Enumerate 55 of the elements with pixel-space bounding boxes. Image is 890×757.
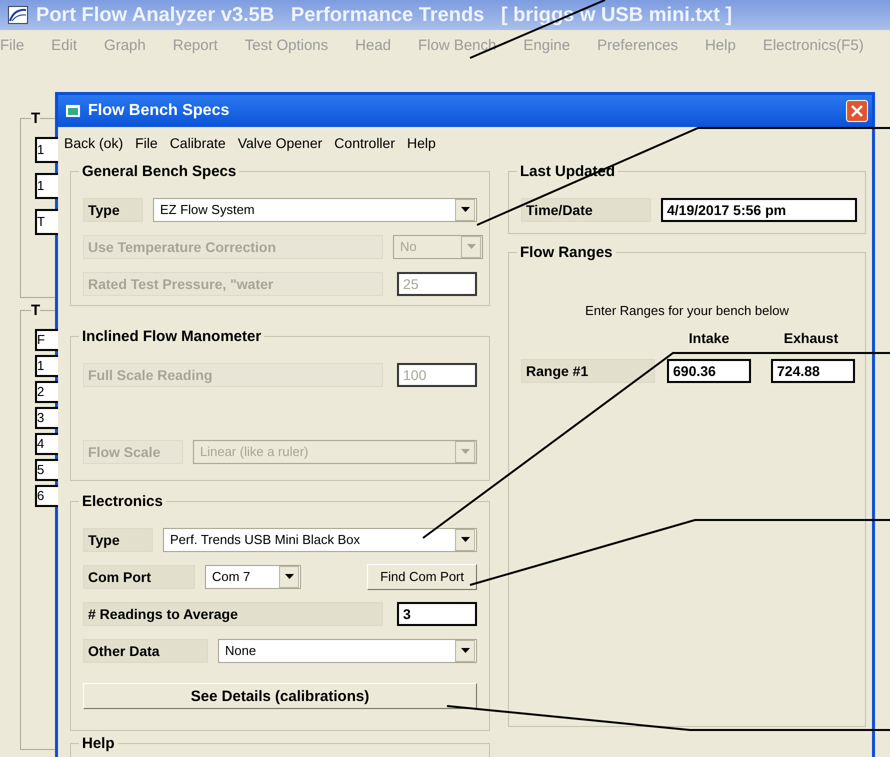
cell: T <box>35 209 58 235</box>
column-header: Intake <box>688 330 730 346</box>
column-header: Exhaust <box>782 330 840 346</box>
cell: 2 <box>35 381 58 403</box>
group-title: General Bench Specs <box>79 163 240 180</box>
menu-item[interactable]: Valve Opener <box>232 135 328 151</box>
cell: 1 <box>35 173 58 199</box>
field-label: Type <box>83 528 153 552</box>
dropdown-arrow-icon <box>466 244 476 249</box>
find-button[interactable]: Find Com Port <box>367 564 477 590</box>
group-title: Flow Ranges <box>517 244 616 261</box>
cell: 3 <box>35 407 58 429</box>
dropdown[interactable]: Perf. Trends USB Mini Black Box <box>163 528 477 552</box>
close-button[interactable] <box>846 100 868 122</box>
field-label: Flow Scale <box>83 440 183 464</box>
cell: 5 <box>35 459 58 481</box>
menu-item[interactable]: File <box>129 135 164 151</box>
window-icon <box>66 105 80 117</box>
cell: 1 <box>35 137 58 163</box>
field-label: # Readings to Average <box>83 602 383 626</box>
field-label: Range #1 <box>521 358 655 382</box>
field-label: Type <box>83 198 143 222</box>
field-label: Full Scale Reading <box>83 362 383 386</box>
input-field[interactable]: 4/19/2017 5:56 pm <box>661 198 857 222</box>
field-label: Time/Date <box>521 198 651 222</box>
field-label: Com Port <box>83 564 195 588</box>
field-label: Other Data <box>83 638 208 662</box>
menu-item[interactable]: Controller <box>328 135 401 151</box>
dropdown-arrow-icon <box>460 207 470 212</box>
menu-item[interactable]: Calibrate <box>164 135 232 151</box>
input-field[interactable]: 690.36 <box>667 358 751 382</box>
dropdown-arrow-icon <box>284 574 294 579</box>
app-icon <box>8 6 28 24</box>
menu-item[interactable]: Back (ok) <box>58 135 130 151</box>
field-label: Use Temperature Correction <box>83 234 383 258</box>
dropdown[interactable]: None <box>218 638 477 662</box>
input-field[interactable]: 3 <box>397 602 477 626</box>
menu-item[interactable]: Help <box>401 135 442 151</box>
window-title: Port Flow Analyzer v3.5B Performance Trends [ briggs w USB mini.txt ] <box>36 4 732 26</box>
cell: F <box>35 329 58 351</box>
cell: 4 <box>35 433 58 455</box>
cell: 1 <box>35 355 58 377</box>
dropdown-arrow-icon <box>460 537 470 542</box>
dropdown[interactable]: Com 7 <box>205 564 301 588</box>
dropdown-arrow-icon <box>460 449 470 454</box>
dialog-title: Flow Bench Specs <box>88 102 230 120</box>
dropdown-arrow-icon <box>460 648 470 653</box>
instruction-text: Enter Ranges for your bench below <box>584 303 790 318</box>
input-field[interactable]: 724.88 <box>771 358 855 382</box>
field-label: Rated Test Pressure, "water <box>83 272 383 296</box>
dropdown[interactable]: EZ Flow System <box>153 198 477 222</box>
group-title: Help <box>79 735 118 752</box>
cell: 6 <box>35 485 58 507</box>
details-button[interactable]: See Details (calibrations) <box>83 683 477 709</box>
close-icon <box>851 105 863 117</box>
